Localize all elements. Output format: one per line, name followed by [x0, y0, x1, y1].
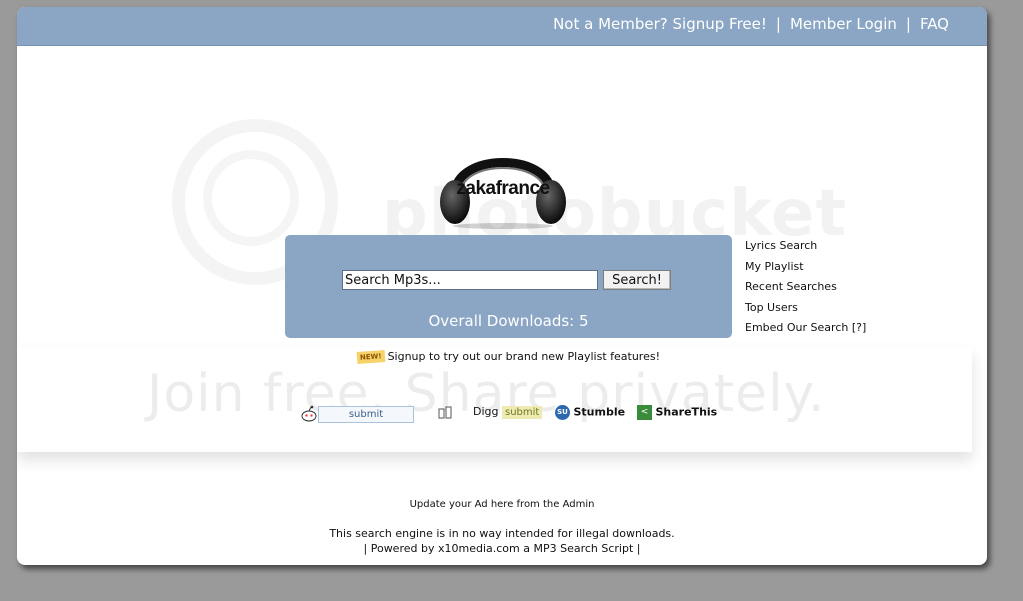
member-login-link[interactable]: Member Login [790, 15, 897, 33]
search-button[interactable]: Search! [603, 270, 671, 290]
nav-separator: | [905, 15, 911, 33]
digg-submit-widget[interactable]: Digg submit [473, 405, 543, 419]
ad-placeholder: Update your Ad here from the Admin [409, 499, 595, 510]
search-panel: Search! Overall Downloads: 5 [285, 235, 732, 338]
site-logo[interactable]: zakafrance [435, 144, 571, 230]
new-badge-icon: NEW! [356, 350, 385, 364]
signup-link[interactable]: Signup Free! [673, 15, 767, 33]
my-playlist-link[interactable]: My Playlist [745, 260, 866, 281]
overall-downloads: Overall Downloads: 5 [428, 312, 589, 330]
faq-link[interactable]: FAQ [920, 15, 949, 33]
digg-icon [438, 406, 452, 419]
digg-label: Digg [473, 405, 499, 418]
reddit-icon [301, 405, 317, 422]
watermark-ring-inner [203, 150, 299, 246]
side-links: Lyrics Search My Playlist Recent Searche… [745, 239, 866, 342]
share-icon: < [637, 405, 652, 420]
playlist-notice[interactable]: NEW! Signup to try out our brand new Play… [356, 350, 660, 364]
top-nav: Not a Member? Signup Free! | Member Login |… [553, 15, 949, 33]
powered-by-text[interactable]: | Powered by x10media.com a MP3 Search S… [17, 542, 987, 555]
logo-text: zakafrance [456, 178, 550, 199]
top-users-link[interactable]: Top Users [745, 301, 866, 322]
recent-searches-link[interactable]: Recent Searches [745, 280, 866, 301]
sharethis-widget[interactable]: < ShareThis [637, 405, 717, 420]
notice-text: Signup to try out our brand new Playlist… [387, 350, 660, 363]
sharethis-label: ShareThis [655, 405, 718, 419]
stumbleupon-icon: SU [555, 405, 570, 420]
embed-search-link[interactable]: Embed Our Search [?] [745, 321, 866, 342]
top-bar: Not a Member? Signup Free! | Member Login |… [17, 7, 987, 46]
page-card: Not a Member? Signup Free! | Member Login |… [17, 7, 987, 565]
digg-widget[interactable] [437, 405, 453, 421]
search-input[interactable] [342, 270, 598, 290]
not-member-text: Not a Member? [553, 15, 668, 33]
reddit-widget[interactable]: submit [300, 405, 414, 423]
lyrics-search-link[interactable]: Lyrics Search [745, 239, 866, 260]
nav-separator: | [775, 15, 781, 33]
stumble-label: Stumble [573, 405, 626, 419]
reddit-submit-button[interactable]: submit [318, 405, 414, 423]
disclaimer-text: This search engine is in no way intended… [329, 527, 675, 540]
stumble-widget[interactable]: SU Stumble [555, 405, 625, 420]
digg-submit-button[interactable]: submit [502, 405, 543, 419]
